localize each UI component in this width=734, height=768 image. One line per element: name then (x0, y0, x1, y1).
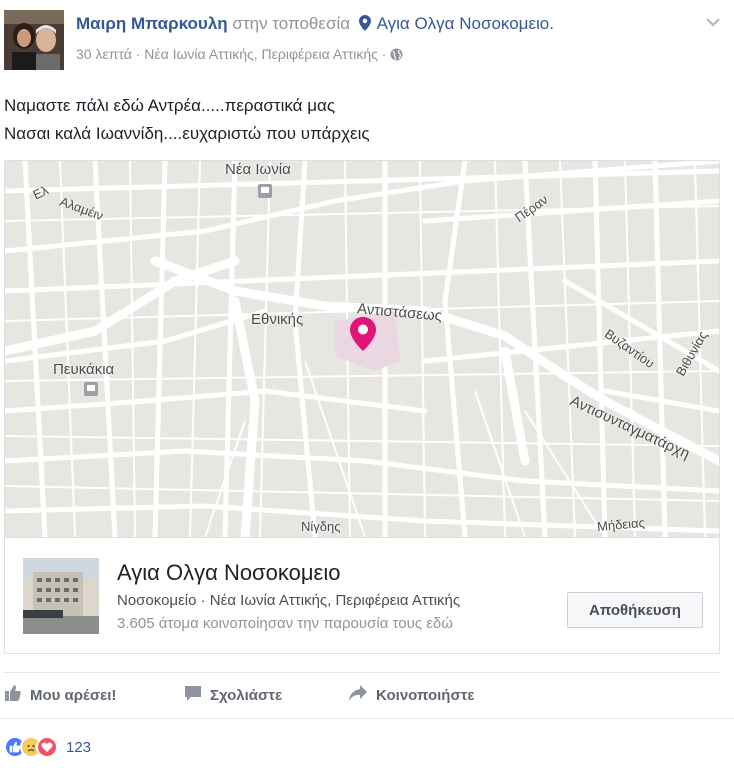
place-details: Νοσοκομείο · Νέα Ιωνία Αττικής, Περιφέρε… (117, 592, 460, 609)
post-header: Μαιρη Μπαρκουλη στην τοποθεσία Αγια Ολγα… (0, 0, 734, 80)
header-title-line: Μαιρη Μπαρκουλη στην τοποθεσία Αγια Ολγα… (76, 14, 554, 36)
place-location: Νέα Ιωνία Αττικής, Περιφέρεια Αττικής (209, 592, 461, 609)
divider (0, 718, 734, 719)
comment-icon (184, 684, 202, 706)
share-icon (348, 684, 368, 706)
share-label: Κοινοποιήστε (376, 686, 475, 704)
post-body: Ναμαστε πάλι εδώ Αντρέα.....περαστικά μα… (4, 92, 370, 148)
author-name[interactable]: Μαιρη Μπαρκουλη (76, 14, 228, 33)
post-time[interactable]: 30 λεπτά (76, 46, 132, 62)
map-pin-icon[interactable] (350, 317, 376, 351)
love-icon (36, 736, 58, 758)
location-pin-icon (358, 15, 371, 36)
at-location-text: στην τοποθεσία (232, 14, 351, 33)
globe-icon[interactable] (390, 48, 403, 64)
meta-separator: · (200, 592, 206, 609)
share-button[interactable]: Κοινοποιήστε (348, 684, 475, 706)
map-label-nea-ionia: Νέα Ιωνία (225, 161, 291, 178)
place-title[interactable]: Αγια Ολγα Νοσοκομειο (117, 560, 340, 586)
post-meta: 30 λεπτά · Νέα Ιωνία Αττικής, Περιφέρεια… (76, 46, 403, 64)
comment-label: Σχολιάστε (210, 686, 283, 704)
like-button[interactable]: Μου αρέσει! (4, 684, 116, 706)
map-card[interactable]: Νέα Ιωνία Ελ Αλαμέιν Πέραν Εθνικής Αντισ… (4, 160, 720, 654)
place-category: Νοσοκομείο (117, 592, 197, 609)
place-info: Αγια Ολγα Νοσοκομειο Νοσοκομείο · Νέα Ιω… (5, 537, 719, 653)
place-checkin-count: 3.605 άτομα κοινοποίησαν την παρουσία το… (117, 615, 453, 632)
like-label: Μου αρέσει! (30, 686, 117, 704)
thumbs-up-icon (4, 684, 22, 706)
post-location[interactable]: Νέα Ιωνία Αττικής, Περιφέρεια Αττικής (144, 46, 378, 62)
save-button[interactable]: Αποθήκευση (567, 592, 703, 628)
divider (4, 672, 720, 673)
comment-button[interactable]: Σχολιάστε (184, 684, 282, 706)
author-avatar[interactable] (4, 10, 64, 70)
reactions-summary[interactable]: 123 (4, 734, 91, 760)
action-bar: Μου αρέσει! Σχολιάστε Κοινοποιήστε (0, 680, 734, 710)
reaction-count[interactable]: 123 (66, 739, 91, 756)
meta-separator: · (135, 46, 141, 62)
map-label-pefkakia: Πευκάκια (53, 361, 115, 378)
meta-separator: · (381, 46, 387, 62)
location-map[interactable]: Νέα Ιωνία Ελ Αλαμέιν Πέραν Εθνικής Αντισ… (5, 161, 719, 537)
post-text-line: Ναμαστε πάλι εδώ Αντρέα.....περαστικά μα… (4, 96, 336, 115)
place-thumbnail[interactable] (23, 558, 99, 634)
post-text-line: Νασαι καλά Ιωαννίδη....ευχαριστώ που υπά… (4, 124, 370, 143)
map-label-ethnikis: Εθνικής (251, 311, 304, 328)
map-label-nigdis: Νίγδης (301, 519, 341, 534)
place-link[interactable]: Αγια Ολγα Νοσοκομειο. (377, 14, 554, 33)
post-options-chevron-icon[interactable] (706, 14, 720, 32)
